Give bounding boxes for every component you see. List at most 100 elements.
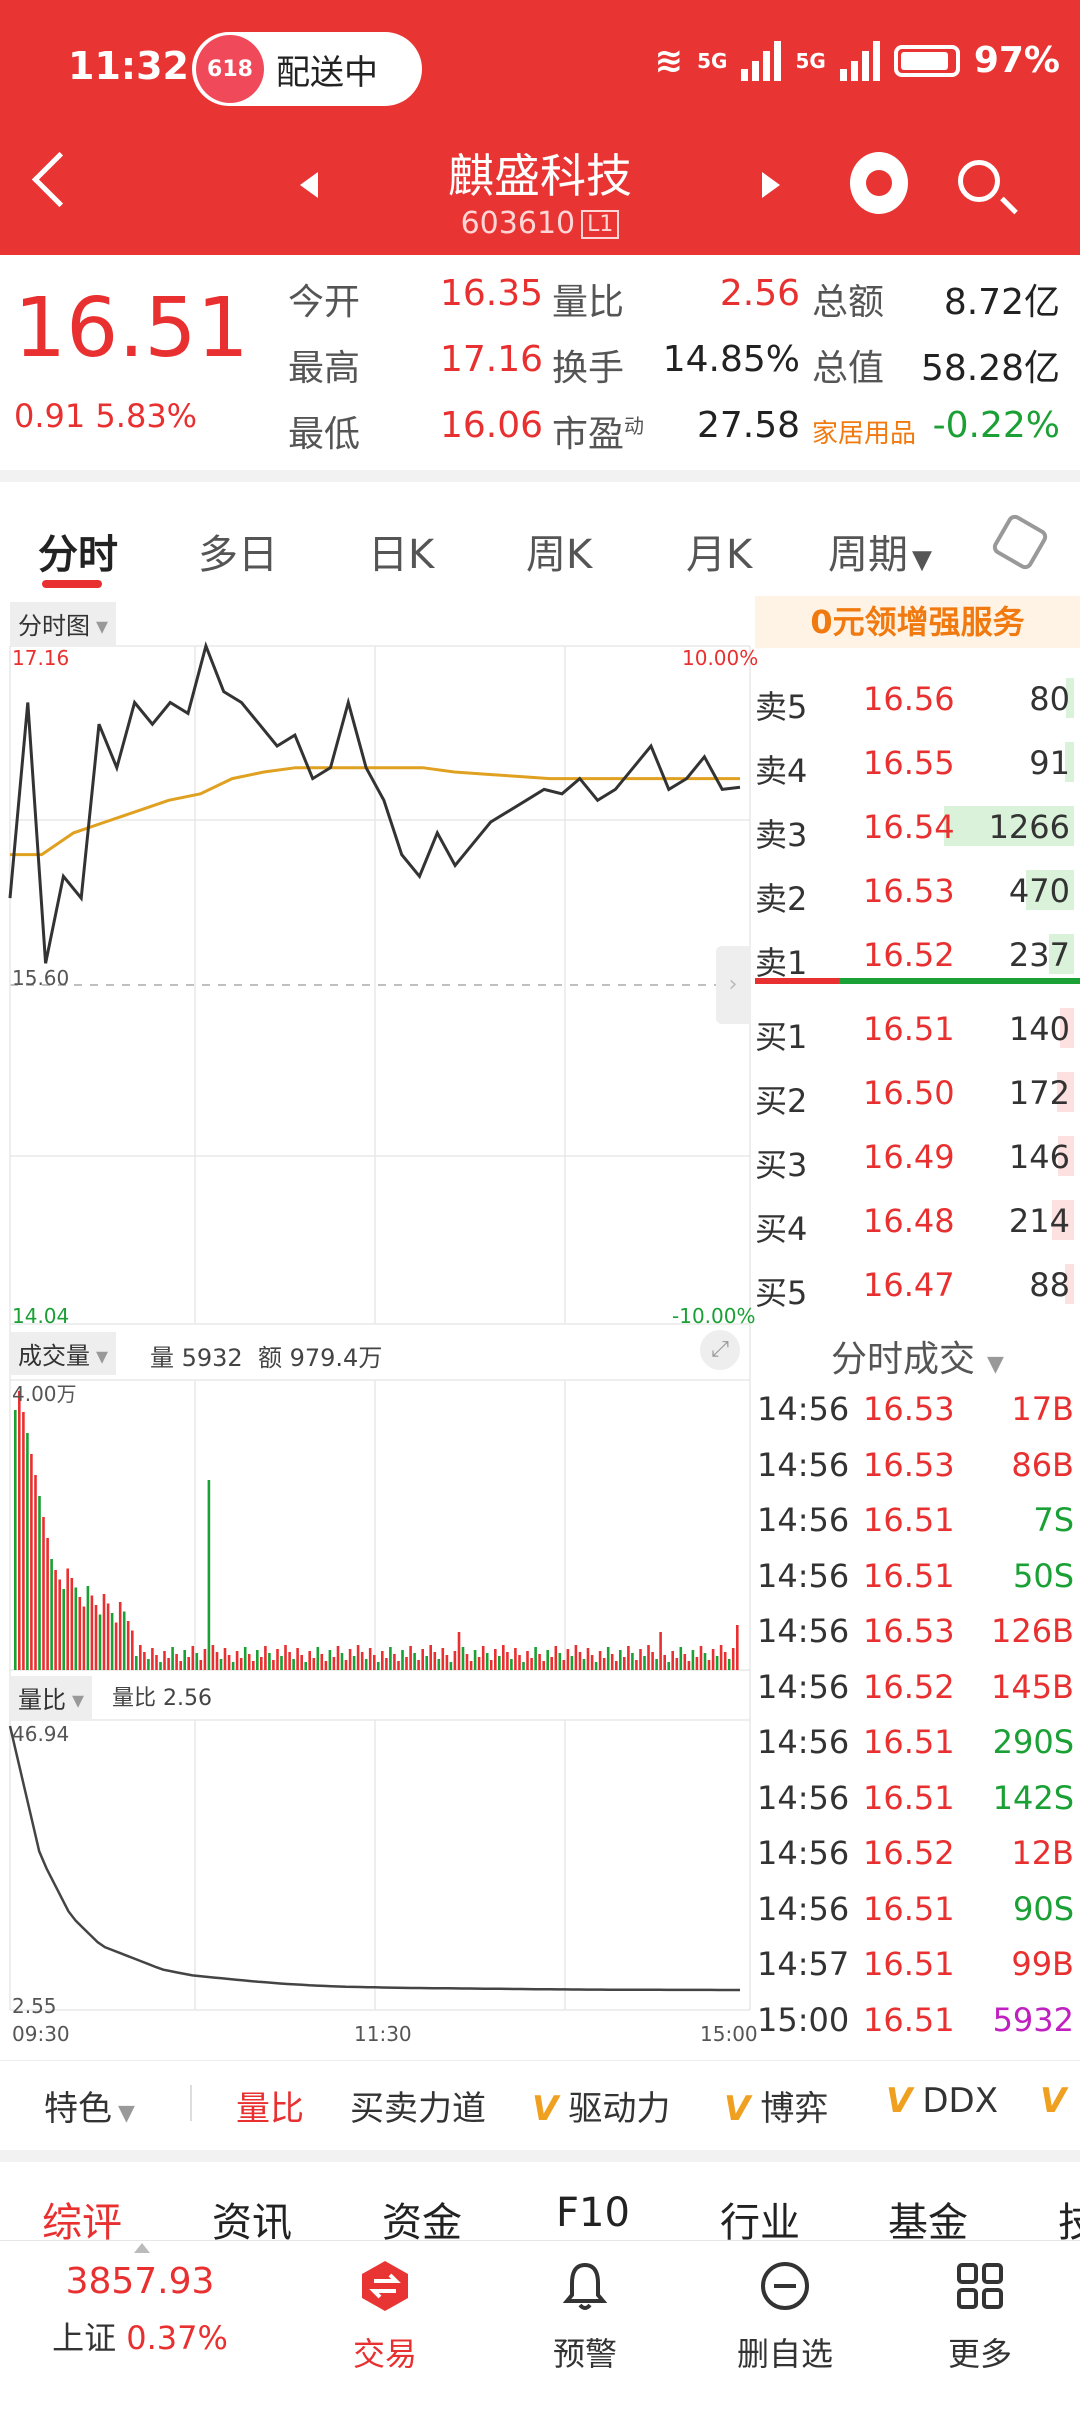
indicator-vol-ratio[interactable]: 量比: [236, 2081, 304, 2130]
volume-bar: [453, 1651, 457, 1670]
bid-row-2[interactable]: 买2 16.50 172: [755, 1062, 1080, 1126]
ask-row-4[interactable]: 卖4 16.55 91: [755, 732, 1080, 796]
next-stock-icon[interactable]: [762, 172, 780, 198]
volume-bar: [22, 1412, 25, 1670]
vip-icon: V: [1040, 2081, 1067, 2121]
tab-period[interactable]: 周期 ▼: [828, 522, 932, 580]
fullscreen-icon[interactable]: ⤢: [700, 1330, 740, 1370]
low-value: 16.06: [440, 405, 544, 446]
index-value[interactable]: 3857.93: [0, 2261, 280, 2302]
ask-row-5[interactable]: 卖5 16.56 80: [755, 668, 1080, 732]
level-badge: L1: [581, 210, 620, 239]
bid-row-5[interactable]: 买5 16.47 88: [755, 1254, 1080, 1318]
search-icon[interactable]: [958, 160, 1000, 202]
tab-multiday[interactable]: 多日: [198, 522, 278, 580]
trades-title[interactable]: 分时成交 ▼: [755, 1330, 1080, 1382]
chart-type-dropdown[interactable]: 分时图: [10, 602, 117, 645]
volume-bar: [288, 1652, 291, 1670]
indicator-strip: 特色 ▼ 量比 买卖力道 V 驱动力 V 博弈 V DDX V: [0, 2060, 1080, 2141]
indicator-more[interactable]: V: [1040, 2081, 1076, 2121]
indicator-buy-sell-force[interactable]: 买卖力道: [350, 2081, 486, 2130]
pe-sup: 动: [624, 414, 645, 438]
volume-bar: [485, 1653, 489, 1670]
open-value: 16.35: [440, 273, 544, 314]
tab-intraday[interactable]: 分时: [38, 522, 118, 580]
volume-bar: [199, 1660, 203, 1670]
nav-remove-watchlist[interactable]: 删自选: [705, 2259, 865, 2375]
nav-alert-label: 预警: [552, 2335, 617, 2373]
section-f10[interactable]: F10: [556, 2190, 630, 2236]
ask-row-3[interactable]: 卖3 16.54 1266: [755, 796, 1080, 860]
trades-title-label: 分时成交: [831, 1339, 976, 1380]
delivery-pill[interactable]: 618 配送中: [192, 32, 422, 106]
indicator-game[interactable]: V 博弈: [724, 2081, 828, 2130]
trade-price: 16.51: [863, 1556, 955, 1595]
volume-bar: [344, 1660, 348, 1670]
bid-row-3[interactable]: 买3 16.49 146: [755, 1126, 1080, 1190]
indicator-feature-dropdown[interactable]: 特色 ▼: [44, 2081, 135, 2130]
nav-more[interactable]: 更多: [900, 2259, 1060, 2375]
book-vol: 140: [1008, 1010, 1070, 1048]
nav-alert[interactable]: 预警: [505, 2259, 665, 2375]
bell-icon: [562, 2262, 608, 2310]
ratio-dropdown[interactable]: 量比: [10, 1676, 93, 1719]
promo-banner[interactable]: 0元领增强服务: [755, 596, 1080, 648]
tab-daily-k[interactable]: 日K: [368, 522, 434, 580]
volume-bar: [86, 1586, 90, 1670]
amount-label: 总额: [812, 282, 885, 323]
bid-row-1[interactable]: 买1 16.51 140: [755, 998, 1080, 1062]
volume-bar: [90, 1595, 94, 1670]
volume-bar: [126, 1621, 130, 1670]
volume-bar: [235, 1651, 239, 1670]
indicator-drive-label: 驱动力: [568, 2089, 671, 2129]
low-label: 最低: [288, 414, 361, 455]
nav-trade[interactable]: 交易: [305, 2259, 465, 2375]
index-summary[interactable]: 上证 0.37%: [0, 2313, 280, 2359]
volume-bar: [264, 1646, 267, 1670]
book-price: 16.47: [863, 1266, 955, 1304]
volume-bar: [393, 1654, 396, 1670]
nav-trade-label: 交易: [352, 2335, 417, 2373]
volume-bar: [385, 1658, 388, 1670]
volume-bar: [413, 1653, 416, 1670]
tab-weekly-k[interactable]: 周K: [526, 522, 592, 580]
trade-price: 16.53: [863, 1390, 955, 1428]
indicator-ddx-label: DDX: [922, 2081, 998, 2121]
volume-bar: [510, 1659, 513, 1670]
trade-row: 14:57 16.51 99B: [755, 1945, 1080, 2001]
volume-bar: [102, 1594, 106, 1670]
volume-bar: [586, 1648, 590, 1670]
volume-bar: [223, 1648, 227, 1670]
mascot-icon[interactable]: [850, 152, 908, 214]
trade-volume: 99B: [1011, 1945, 1074, 1983]
intraday-chart-svg[interactable]: [0, 590, 755, 2050]
expand-panel-handle[interactable]: ›: [716, 946, 750, 1024]
volume-bar: [114, 1622, 118, 1670]
volume-bar: [594, 1662, 598, 1670]
volume-bar: [231, 1662, 235, 1670]
industry-label[interactable]: 家居用品: [812, 413, 916, 450]
trade-volume: 12B: [1011, 1834, 1074, 1872]
volume-bar: [433, 1652, 437, 1670]
volume-bar: [481, 1646, 485, 1670]
volume-bar: [723, 1652, 727, 1670]
volume-bar: [598, 1651, 602, 1670]
book-vol: 88: [1029, 1266, 1070, 1304]
tab-monthly-k[interactable]: 月K: [686, 522, 752, 580]
indicator-drive[interactable]: V 驱动力: [532, 2081, 670, 2130]
volume-bar: [578, 1652, 582, 1670]
volume-dropdown[interactable]: 成交量: [10, 1332, 117, 1375]
volume-bar: [574, 1645, 578, 1670]
settings-hex-icon[interactable]: [989, 511, 1051, 573]
book-label: 买1: [755, 1018, 808, 1056]
volume-bar: [272, 1660, 275, 1670]
ask-row-2[interactable]: 卖2 16.53 470: [755, 860, 1080, 924]
high-value: 17.16: [440, 339, 544, 380]
dropdown-icon: ▼: [118, 2101, 135, 2126]
signal-icon: [741, 40, 782, 81]
volume-bar: [506, 1652, 509, 1670]
book-vol: 237: [1008, 936, 1070, 974]
bid-row-4[interactable]: 买4 16.48 214: [755, 1190, 1080, 1254]
volume-bar: [736, 1625, 739, 1670]
indicator-ddx[interactable]: V DDX: [886, 2081, 998, 2121]
